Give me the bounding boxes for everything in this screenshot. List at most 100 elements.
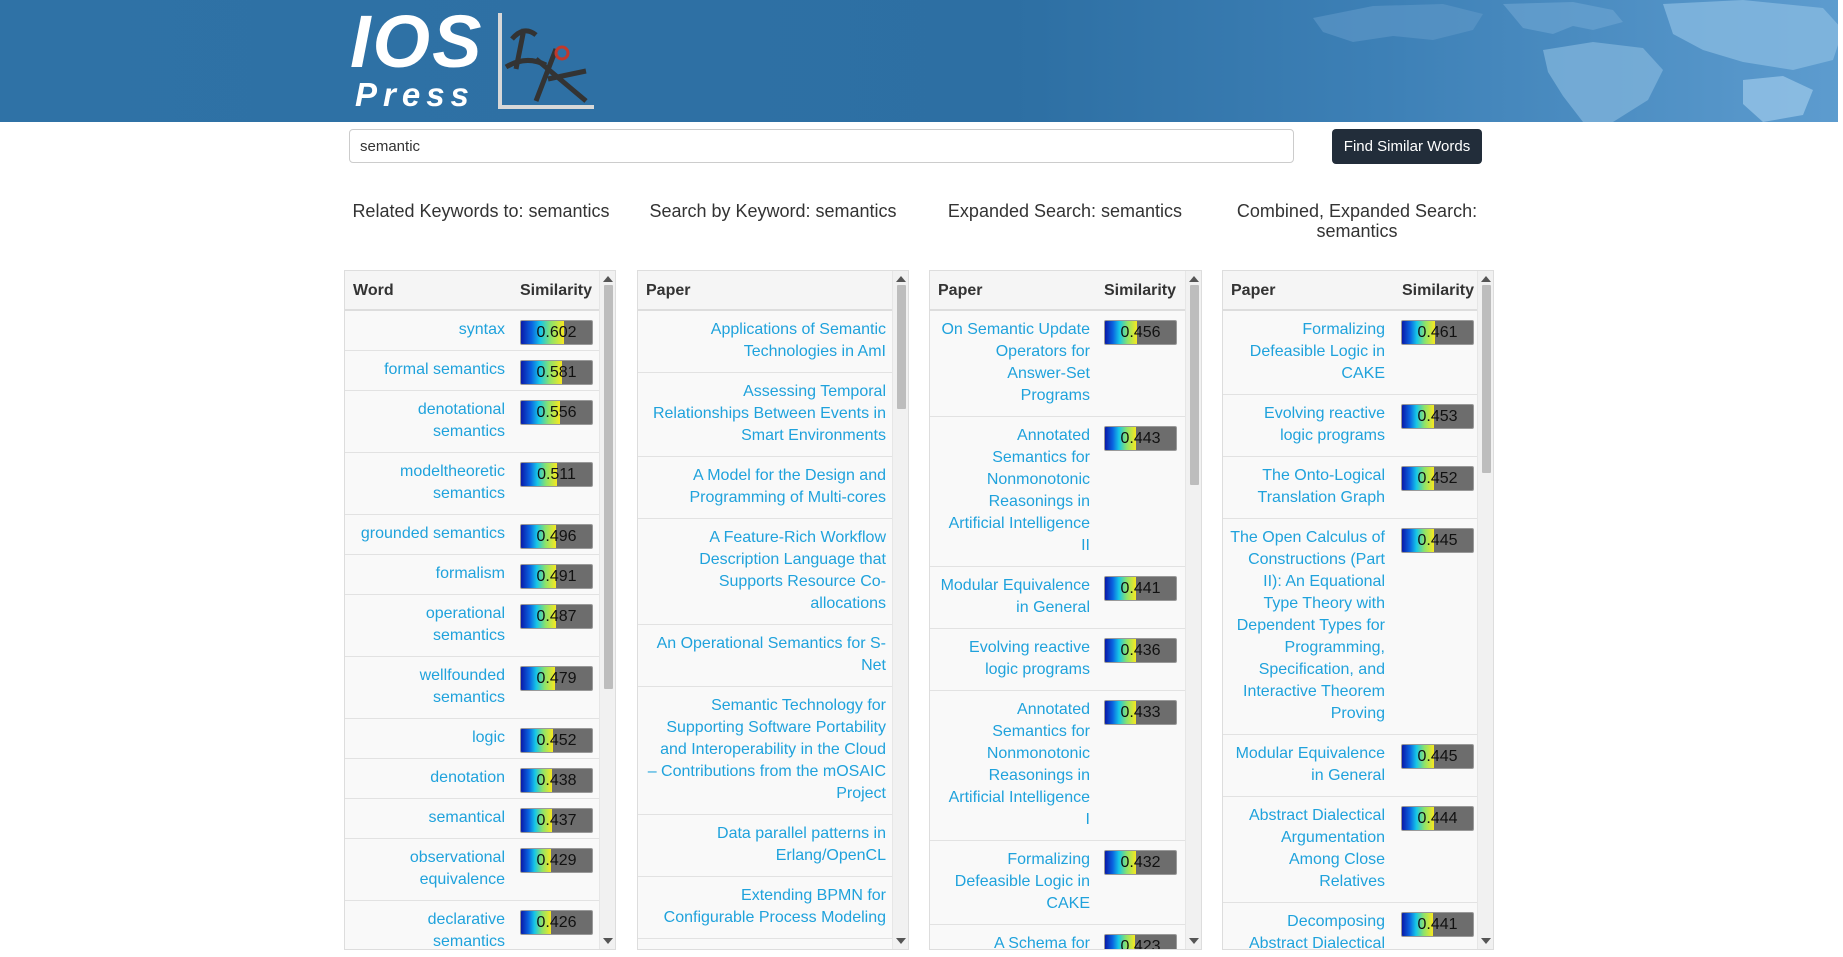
keyword-link[interactable]: logic bbox=[345, 727, 505, 749]
link-text-line: Net bbox=[861, 657, 886, 674]
scroll-thumb[interactable] bbox=[1482, 285, 1491, 473]
similarity-value: 0.426 bbox=[536, 914, 577, 931]
scroll-down-icon[interactable] bbox=[896, 938, 906, 944]
combined-search-table: Paper Similarity Formalizing Defeasible L… bbox=[1222, 270, 1494, 950]
keyword-link[interactable]: denotational semantics bbox=[345, 399, 505, 443]
paper-link[interactable]: Modular Equivalence in General bbox=[930, 575, 1090, 619]
paper-link[interactable]: Data parallel patterns in Erlang/OpenCL bbox=[638, 823, 886, 867]
keyword-link[interactable]: syntax bbox=[345, 319, 505, 341]
link-text-line: equivalence bbox=[419, 871, 505, 888]
keyword-link[interactable]: operational semantics bbox=[345, 603, 505, 647]
paper-link[interactable]: Annotated Semantics for Nonmonotonic Reason… bbox=[930, 425, 1090, 557]
similarity-bar: 0.445 bbox=[1401, 744, 1474, 769]
table-row: Modular Equivalence in General 0.445 bbox=[1223, 735, 1477, 797]
paper-link[interactable]: Extending BPMN for Configurable Process M… bbox=[638, 885, 886, 929]
paper-link[interactable]: DecomposingAbstract DialecticalFramework… bbox=[1223, 911, 1385, 949]
link-text-line: Data parallel patterns in bbox=[717, 825, 886, 842]
paper-link[interactable]: Evolving reactive logic programs bbox=[1223, 403, 1385, 447]
keyword-papers-rows: Applications of Semantic Technologies in … bbox=[638, 311, 892, 949]
link-text-line: in General bbox=[1016, 599, 1090, 616]
combined-search-title: Combined, Expanded Search: semantics bbox=[1220, 201, 1494, 241]
paper-link[interactable]: Applications of Semantic Technologies in … bbox=[638, 319, 886, 363]
scroll-up-icon[interactable] bbox=[1189, 276, 1199, 282]
paper-link[interactable]: An Operational Semantics for S- Net bbox=[638, 633, 886, 677]
scroll-down-icon[interactable] bbox=[1481, 938, 1491, 944]
table-row: Towards Self-evolutionary CyberPhysical … bbox=[638, 939, 892, 949]
table-row: Data parallel patterns in Erlang/OpenCL bbox=[638, 815, 892, 877]
header-paper: Paper bbox=[938, 282, 983, 299]
link-text-line: Argumentation bbox=[1280, 829, 1385, 846]
similarity-value: 0.441 bbox=[1120, 580, 1161, 597]
scroll-up-icon[interactable] bbox=[1481, 276, 1491, 282]
table-row: Annotated Semantics for Nonmonotonic Reason… bbox=[930, 417, 1185, 567]
paper-link[interactable]: Evolving reactive logic programs bbox=[930, 637, 1090, 681]
keyword-link[interactable]: formalism bbox=[345, 563, 505, 585]
scroll-up-icon[interactable] bbox=[896, 276, 906, 282]
paper-link[interactable]: Annotated Semantics for Nonmonotonic Reason… bbox=[930, 699, 1090, 831]
link-text-line: Evolving reactive bbox=[969, 639, 1090, 656]
scrollbar[interactable] bbox=[1477, 271, 1493, 949]
link-text-line: allocations bbox=[810, 595, 886, 612]
link-text-line: semantical bbox=[428, 809, 505, 826]
paper-link[interactable]: A Model for the Design and Programming of… bbox=[638, 465, 887, 509]
paper-link[interactable]: The Open Calculus of Constructions (Part I… bbox=[1223, 527, 1385, 725]
paper-link[interactable]: A Feature-Rich Workflow Description Langu… bbox=[638, 527, 886, 615]
paper-link[interactable]: On Semantic Update Operators for Answer-Se… bbox=[930, 319, 1090, 407]
search-input[interactable] bbox=[349, 129, 1294, 163]
table-row: Assessing Temporal Relationships Between … bbox=[638, 373, 892, 457]
paper-link[interactable]: Semantic Technology for Supporting Softwa… bbox=[638, 695, 886, 805]
paper-link[interactable]: Modular Equivalence in General bbox=[1223, 743, 1385, 787]
scrollbar[interactable] bbox=[599, 271, 615, 949]
table-row: A Schema forGeneric Process 0.423 bbox=[930, 925, 1185, 949]
link-text-line: – Contributions from the mOSAIC bbox=[647, 763, 886, 780]
scroll-down-icon[interactable] bbox=[603, 938, 613, 944]
paper-link[interactable]: Abstract Dialectical Argumentation Among C… bbox=[1223, 805, 1385, 893]
link-text-line: Interactive Theorem bbox=[1243, 683, 1385, 700]
scroll-down-icon[interactable] bbox=[1189, 938, 1199, 944]
similarity-value: 0.445 bbox=[1417, 532, 1458, 549]
link-text-line: Programming of Multi-cores bbox=[689, 489, 887, 506]
link-text-line: semantics bbox=[432, 423, 505, 440]
keyword-link[interactable]: modeltheoretic semantics bbox=[345, 461, 505, 505]
table-row: A Model for the Design and Programming of… bbox=[638, 457, 892, 519]
link-text-line: semantics bbox=[432, 627, 505, 644]
find-similar-words-button[interactable]: Find Similar Words bbox=[1332, 129, 1482, 164]
paper-link[interactable]: Formalizing Defeasible Logic in CAKE bbox=[930, 849, 1090, 915]
keyword-link[interactable]: wellfounded semantics bbox=[345, 665, 505, 709]
scrollbar[interactable] bbox=[892, 271, 908, 949]
paper-link[interactable]: Formalizing Defeasible Logic in CAKE bbox=[1223, 319, 1385, 385]
table-row: Applications of Semantic Technologies in … bbox=[638, 311, 892, 373]
paper-link[interactable]: Assessing Temporal Relationships Between … bbox=[638, 381, 886, 447]
keyword-link[interactable]: formal semantics bbox=[345, 359, 505, 381]
paper-link[interactable]: Towards Self-evolutionary CyberPhysical … bbox=[638, 947, 886, 949]
keyword-link[interactable]: declarative semantics bbox=[345, 909, 505, 949]
link-text-line: logic bbox=[472, 729, 505, 746]
table-row: Extending BPMN for Configurable Process M… bbox=[638, 877, 892, 939]
similarity-bar: 0.441 bbox=[1401, 912, 1474, 937]
table-row: operational semantics 0.487 bbox=[345, 595, 599, 657]
scroll-up-icon[interactable] bbox=[603, 276, 613, 282]
keyword-link[interactable]: denotation bbox=[345, 767, 505, 789]
link-text-line: semantics bbox=[432, 689, 505, 706]
similarity-bar: 0.444 bbox=[1401, 806, 1474, 831]
similarity-value: 0.456 bbox=[1120, 324, 1161, 341]
scrollbar[interactable] bbox=[1185, 271, 1201, 949]
paper-link[interactable]: The Onto-Logical Translation Graph bbox=[1223, 465, 1385, 509]
scroll-thumb[interactable] bbox=[897, 285, 906, 409]
table-row: Formalizing Defeasible Logic in CAKE 0.461 bbox=[1223, 311, 1477, 395]
table-row: An Operational Semantics for S- Net bbox=[638, 625, 892, 687]
keyword-link[interactable]: grounded semantics bbox=[345, 523, 505, 545]
scroll-thumb[interactable] bbox=[1190, 285, 1199, 485]
keyword-link[interactable]: semantical bbox=[345, 807, 505, 829]
similarity-value: 0.453 bbox=[1417, 408, 1458, 425]
link-text-line: II): An Equational bbox=[1263, 573, 1385, 590]
similarity-bar: 0.456 bbox=[1104, 320, 1177, 345]
similarity-bar: 0.433 bbox=[1104, 700, 1177, 725]
similarity-value: 0.461 bbox=[1417, 324, 1458, 341]
link-text-line: logic programs bbox=[985, 661, 1090, 678]
paper-link[interactable]: A Schema forGeneric Process bbox=[930, 933, 1090, 949]
keyword-link[interactable]: observational equivalence bbox=[345, 847, 505, 891]
similarity-bar: 0.556 bbox=[520, 400, 593, 425]
ios-press-logo[interactable]: IOS Press bbox=[350, 5, 600, 115]
scroll-thumb[interactable] bbox=[604, 285, 613, 689]
